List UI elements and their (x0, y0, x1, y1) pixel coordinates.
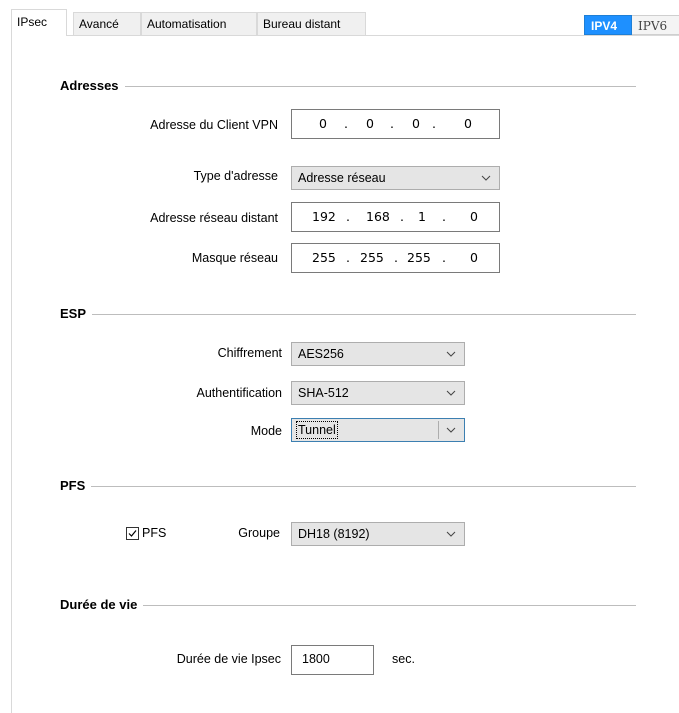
ip-octet[interactable]: 255 (360, 250, 384, 265)
section-title: ESP (60, 306, 93, 321)
ip-octet[interactable]: 0 (366, 116, 374, 131)
chevron-down-icon (446, 427, 456, 433)
select-value: Tunnel (296, 421, 338, 439)
tab-bureau-distant[interactable]: Bureau distant (257, 12, 366, 35)
ip-separator: . (442, 209, 446, 224)
cipher-label: Chiffrement (217, 346, 282, 360)
ip-separator: . (344, 116, 348, 131)
netmask-label: Masque réseau (191, 251, 278, 265)
ip-octet[interactable]: 255 (407, 250, 431, 265)
ip-separator: . (394, 250, 398, 265)
ip-separator: . (346, 250, 350, 265)
client-vpn-ip-field[interactable]: 0 . 0 . 0 . 0 (291, 109, 500, 139)
check-icon (128, 530, 137, 537)
mode-label: Mode (250, 424, 282, 438)
section-title: Durée de vie (60, 597, 144, 612)
select-value: SHA-512 (298, 386, 349, 400)
tab-bar: IPsec Avancé Automatisation Bureau dista… (0, 0, 679, 36)
ip-octet[interactable]: 255 (312, 250, 336, 265)
select-value: DH18 (8192) (298, 527, 370, 541)
address-type-label: Type d'adresse (193, 169, 278, 183)
ip-octet[interactable]: 0 (319, 116, 327, 131)
ip-octet[interactable]: 168 (366, 209, 390, 224)
group-select[interactable]: DH18 (8192) (291, 522, 465, 546)
ip-separator: . (432, 116, 436, 131)
ip-octet[interactable]: 192 (312, 209, 336, 224)
ip-separator: . (346, 209, 350, 224)
select-value: Adresse réseau (298, 171, 386, 185)
pfs-checkbox[interactable] (126, 527, 139, 540)
ipv6-toggle[interactable]: IPV6 (632, 15, 679, 35)
section-duree-de-vie: Durée de vie (60, 597, 636, 613)
ip-octet[interactable]: 0 (470, 250, 478, 265)
section-adresses: Adresses (60, 78, 636, 94)
remote-network-ip-field[interactable]: 192 . 168 . 1 . 0 (291, 202, 500, 232)
section-title: PFS (60, 478, 92, 493)
ip-octet[interactable]: 0 (412, 116, 420, 131)
section-esp: ESP (60, 306, 636, 322)
remote-network-label: Adresse réseau distant (150, 211, 278, 225)
ip-octet[interactable]: 0 (464, 116, 472, 131)
chevron-down-icon (446, 351, 456, 357)
ip-separator: . (442, 250, 446, 265)
netmask-ip-field[interactable]: 255 . 255 . 255 . 0 (291, 243, 500, 273)
select-value: AES256 (298, 347, 344, 361)
chevron-down-icon (481, 175, 491, 181)
ipsec-lifetime-label: Durée de vie Ipsec (176, 652, 281, 666)
ipsec-lifetime-input[interactable]: 1800 (291, 645, 374, 675)
tab-ipsec[interactable]: IPsec (11, 9, 67, 36)
auth-select[interactable]: SHA-512 (291, 381, 465, 405)
pfs-checkbox-label[interactable]: PFS (142, 526, 166, 540)
ipv4-toggle[interactable]: IPV4 (584, 15, 632, 35)
tab-automatisation[interactable]: Automatisation (141, 12, 257, 35)
ip-separator: . (400, 209, 404, 224)
chevron-down-icon (446, 390, 456, 396)
client-vpn-label: Adresse du Client VPN (150, 118, 278, 132)
mode-select[interactable]: Tunnel (291, 418, 465, 442)
address-type-select[interactable]: Adresse réseau (291, 166, 500, 190)
ip-separator: . (390, 116, 394, 131)
lifetime-unit: sec. (392, 652, 415, 666)
section-title: Adresses (60, 78, 125, 93)
cipher-select[interactable]: AES256 (291, 342, 465, 366)
section-pfs: PFS (60, 478, 636, 494)
ip-octet[interactable]: 0 (470, 209, 478, 224)
group-label: Groupe (238, 526, 280, 540)
ip-octet[interactable]: 1 (418, 209, 426, 224)
auth-label: Authentification (196, 386, 282, 400)
tab-avance[interactable]: Avancé (73, 12, 141, 35)
chevron-down-icon (446, 531, 456, 537)
